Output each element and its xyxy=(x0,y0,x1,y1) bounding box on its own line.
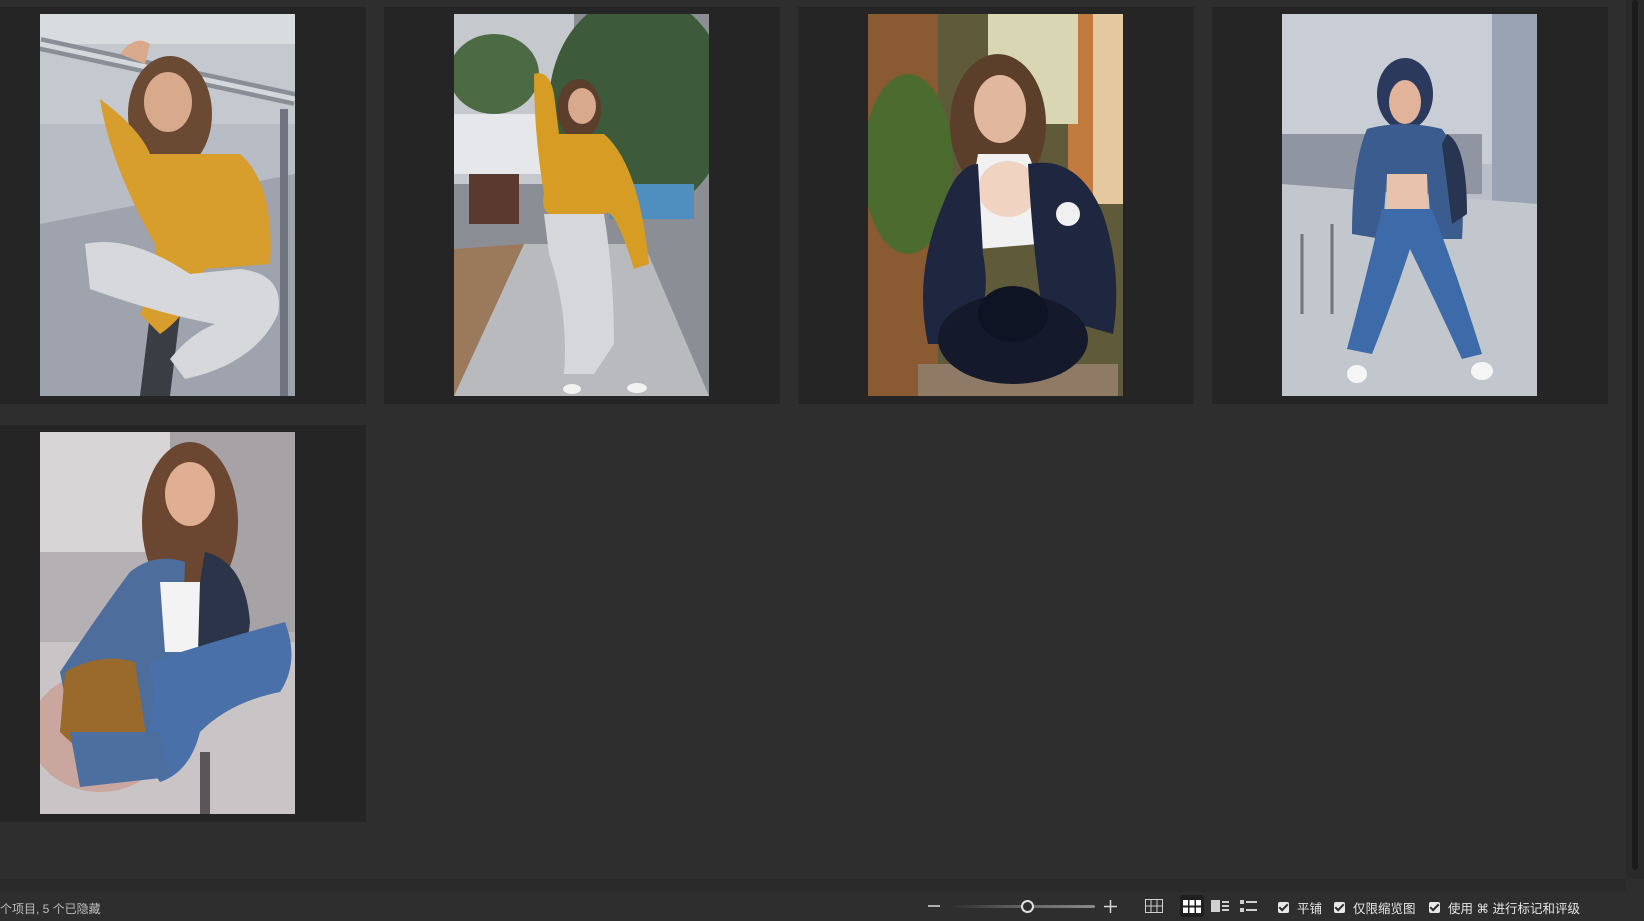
grid-icon xyxy=(1145,899,1163,913)
photo-yellow-sweater-walking xyxy=(454,14,709,396)
photo-thumbnail[interactable] xyxy=(868,14,1123,396)
thumbnail-grid-icon xyxy=(1183,899,1201,913)
checkbox-checked[interactable] xyxy=(1334,901,1345,913)
status-summary: 个项目, 5 个已隐藏 xyxy=(0,902,101,916)
photo-thumbnail[interactable] xyxy=(454,14,709,396)
grid-cell[interactable] xyxy=(0,425,366,822)
thumbnail-grid[interactable] xyxy=(0,0,1626,879)
photo-thumbnail[interactable] xyxy=(40,14,295,396)
tile-label: 平铺 xyxy=(1297,901,1323,916)
grid-cell[interactable] xyxy=(384,7,780,404)
zoom-slider-thumb[interactable] xyxy=(1021,900,1034,913)
photo-denim-jacket-crouching xyxy=(40,432,295,814)
thumbnails-only-checkbox[interactable]: 仅限缩览图 xyxy=(1334,899,1416,916)
status-bar: 个项目, 5 个已隐藏 平铺 仅限缩览图 使用 ⌘ 进行标记和评级 xyxy=(0,892,1644,921)
photo-thumbnail[interactable] xyxy=(1282,14,1537,396)
app-window: 个项目, 5 个已隐藏 平铺 仅限缩览图 使用 ⌘ 进行标记和评级 xyxy=(0,0,1644,921)
tile-checkbox[interactable]: 平铺 xyxy=(1278,899,1323,916)
grid-cell[interactable] xyxy=(798,7,1194,404)
photo-denim-hoodie-standing xyxy=(1282,14,1537,396)
scrollbar-thumb[interactable] xyxy=(1632,0,1638,870)
grid-cell[interactable] xyxy=(0,7,366,404)
grid-bottom-divider xyxy=(0,879,1626,892)
filmstrip-icon xyxy=(1211,900,1229,912)
checkbox-checked[interactable] xyxy=(1429,901,1440,913)
view-grid-large-button[interactable] xyxy=(1142,895,1166,917)
grid-cell[interactable] xyxy=(1212,7,1608,404)
cmd-rating-label: 使用 ⌘ 进行标记和评级 xyxy=(1448,901,1580,916)
view-grid-thumbnails-button[interactable] xyxy=(1180,895,1204,917)
zoom-slider[interactable] xyxy=(950,900,1095,913)
cmd-rating-checkbox[interactable]: 使用 ⌘ 进行标记和评级 xyxy=(1429,899,1580,916)
view-list-button[interactable] xyxy=(1236,895,1260,917)
minus-icon[interactable] xyxy=(924,896,944,916)
photo-thumbnail[interactable] xyxy=(40,432,295,814)
view-filmstrip-button[interactable] xyxy=(1208,895,1232,917)
photo-striped-jacket-hat xyxy=(868,14,1123,396)
checkbox-checked[interactable] xyxy=(1278,901,1289,913)
plus-icon[interactable] xyxy=(1100,896,1120,916)
thumbnails-only-label: 仅限缩览图 xyxy=(1353,901,1416,916)
list-icon xyxy=(1239,900,1257,912)
photo-yellow-sweater-stairs xyxy=(40,14,295,396)
